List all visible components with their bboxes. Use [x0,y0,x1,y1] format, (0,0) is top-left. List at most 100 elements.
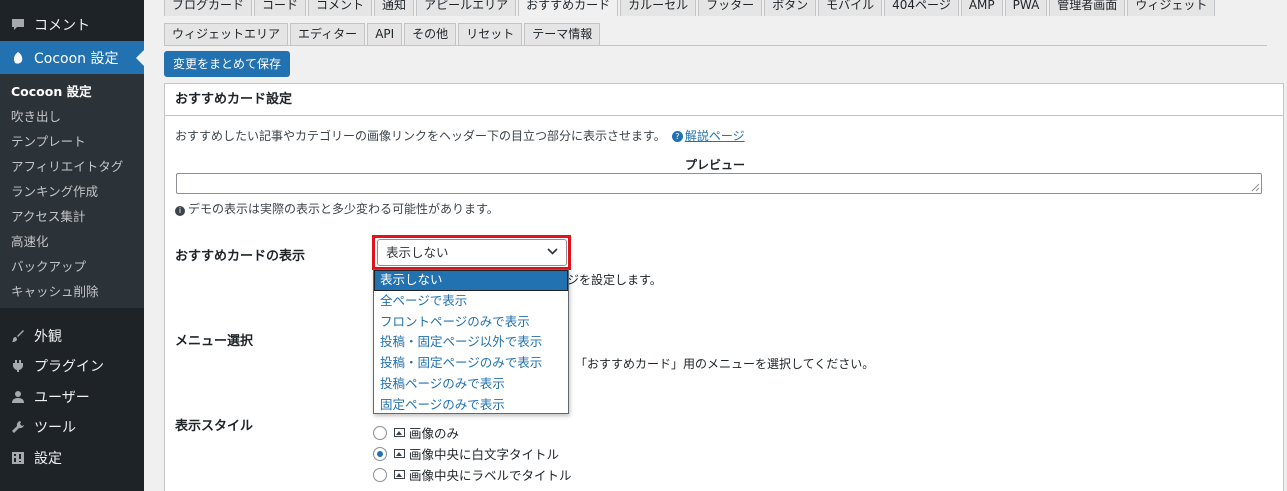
preview-area [176,173,1262,194]
display-select-value: 表示しない [386,245,449,260]
tab-comment[interactable]: コメント [308,0,373,16]
tab-404[interactable]: 404ページ [884,0,959,16]
style-option[interactable]: 画像中央にラベルでタイトル [373,465,572,484]
style-option[interactable]: 画像中央に白文字タイトル [373,444,559,463]
select-option[interactable]: 投稿・固定ページ以外で表示 [374,332,568,353]
style-radio[interactable] [373,446,387,461]
menu-tools[interactable]: ツール [0,410,144,444]
settings-tabs-row1: ブログカード コード コメント 通知 アピールエリア おすすめカード カルーセル… [164,0,1217,16]
menu-users-label: ユーザー [34,390,90,406]
menu-field-label: メニュー選択 [175,334,254,349]
admin-sidebar: コメント Cocoon 設定 Cocoon 設定 吹き出し テンプレート アフィ… [0,0,144,491]
submenu-item[interactable]: 吹き出し [0,104,144,129]
resize-grip-icon[interactable] [1251,183,1260,192]
submenu-item[interactable]: 高速化 [0,229,144,254]
settings-icon [10,450,26,466]
menu-cocoon-settings[interactable]: Cocoon 設定 [0,41,144,75]
panel-description: おすすめしたい記事やカテゴリーの画像リンクをヘッダー下の目立つ部分に表示させます… [175,127,745,144]
demo-note-text: デモの表示は実際の表示と多少変わる可能性があります。 [188,202,499,216]
menu-appearance[interactable]: 外観 [0,319,144,353]
submenu-item[interactable]: キャッシュ削除 [0,279,144,304]
user-icon [10,389,26,405]
image-icon [394,449,405,458]
paintbrush-icon [10,328,26,344]
tab-admin-screen[interactable]: 管理者画面 [1049,0,1126,16]
tab-amp[interactable]: AMP [960,0,1003,16]
panel-title: おすすめカード設定 [165,84,1283,116]
help-page-link[interactable]: ? 解説ページ [671,129,745,143]
tab-widget-area[interactable]: ウィジェットエリア [164,23,289,45]
menu-plugins-label: プラグイン [34,359,104,375]
tab-code[interactable]: コード [254,0,307,16]
tab-appeal-area[interactable]: アピールエリア [416,0,517,16]
display-select-options: 表示しない 全ページで表示 フロントページのみで表示 投稿・固定ページ以外で表示… [373,269,569,414]
tab-blogcard[interactable]: ブログカード [164,0,253,16]
select-option[interactable]: 投稿ページのみで表示 [374,374,568,395]
tab-recommended-cards[interactable]: おすすめカード [518,0,619,16]
menu-comments[interactable]: コメント [0,8,144,42]
tab-theme-info[interactable]: テーマ情報 [524,23,601,45]
menu-note-fragment: 「おすすめカード」用のメニューを選択してください。 [575,357,875,371]
image-icon [394,428,405,437]
display-field-label: おすすめカードの表示 [175,249,306,264]
wrench-icon [10,419,26,435]
info-icon: i [175,206,185,216]
submenu-item[interactable]: アクセス集計 [0,204,144,229]
current-menu-arrow [136,50,144,66]
menu-comments-label: コメント [34,18,90,34]
select-option[interactable]: 投稿・固定ページのみで表示 [374,353,568,374]
question-icon: ? [671,131,683,142]
submenu-item[interactable]: テンプレート [0,129,144,154]
display-select[interactable]: 表示しない [377,239,567,266]
cocoon-leaf-icon [10,50,26,66]
tab-pwa[interactable]: PWA [1004,0,1048,16]
style-option[interactable]: 画像のみ [373,423,459,442]
style-radio[interactable] [373,425,387,440]
menu-plugins[interactable]: プラグイン [0,349,144,383]
tab-other[interactable]: その他 [404,23,457,45]
submenu-item[interactable]: ランキング作成 [0,179,144,204]
preview-label: プレビュー [684,158,745,172]
main-content: ブログカード コード コメント 通知 アピールエリア おすすめカード カルーセル… [144,0,1287,491]
style-radio[interactable] [373,467,387,482]
plugin-icon [10,358,26,374]
tab-carousel[interactable]: カルーセル [620,0,697,16]
menu-settings[interactable]: 設定 [0,441,144,475]
tab-api[interactable]: API [367,23,403,45]
cocoon-submenu: Cocoon 設定 吹き出し テンプレート アフィリエイトタグ ランキング作成 … [0,74,144,308]
menu-settings-label: 設定 [34,451,62,467]
demo-note: i デモの表示は実際の表示と多少変わる可能性があります。 [175,200,499,217]
style-option-label: 画像のみ [409,426,460,441]
settings-tabs-row2: ウィジェットエリア エディター API その他 リセット テーマ情報 [164,23,602,45]
select-option[interactable]: 表示しない [374,270,568,291]
menu-users[interactable]: ユーザー [0,380,144,414]
tab-button[interactable]: ボタン [764,0,817,16]
tab-mobile[interactable]: モバイル [818,0,883,16]
select-option[interactable]: 全ページで表示 [374,291,568,312]
help-link-label: 解説ページ [684,129,745,143]
tab-footer[interactable]: フッター [698,0,763,16]
menu-cocoon-settings-label: Cocoon 設定 [34,51,119,67]
style-option-label: 画像中央に白文字タイトル [409,447,560,462]
select-option[interactable]: フロントページのみで表示 [374,312,568,333]
tabs-divider [164,45,1267,46]
save-all-button[interactable]: 変更をまとめて保存 [164,51,290,77]
style-field-label: 表示スタイル [175,419,254,434]
comment-icon [10,17,26,33]
description-text: おすすめしたい記事やカテゴリーの画像リンクをヘッダー下の目立つ部分に表示させます… [175,129,666,143]
select-option[interactable]: 固定ページのみで表示 [374,395,568,416]
tab-editor[interactable]: エディター [290,23,366,45]
chevron-down-icon [547,248,558,255]
tab-widget[interactable]: ウィジェット [1127,0,1216,16]
tab-reset[interactable]: リセット [458,23,523,45]
recommended-cards-panel: おすすめカード設定 おすすめしたい記事やカテゴリーの画像リンクをヘッダー下の目立… [164,83,1284,491]
menu-tools-label: ツール [34,420,76,436]
style-option-label: 画像中央にラベルでタイトル [409,468,572,483]
tab-notice[interactable]: 通知 [374,0,415,16]
image-icon [394,470,405,479]
submenu-item[interactable]: Cocoon 設定 [0,79,144,104]
submenu-item[interactable]: アフィリエイトタグ [0,154,144,179]
menu-appearance-label: 外観 [34,329,62,345]
submenu-item[interactable]: バックアップ [0,254,144,279]
display-note-fragment: ジを設定します。 [567,273,662,287]
